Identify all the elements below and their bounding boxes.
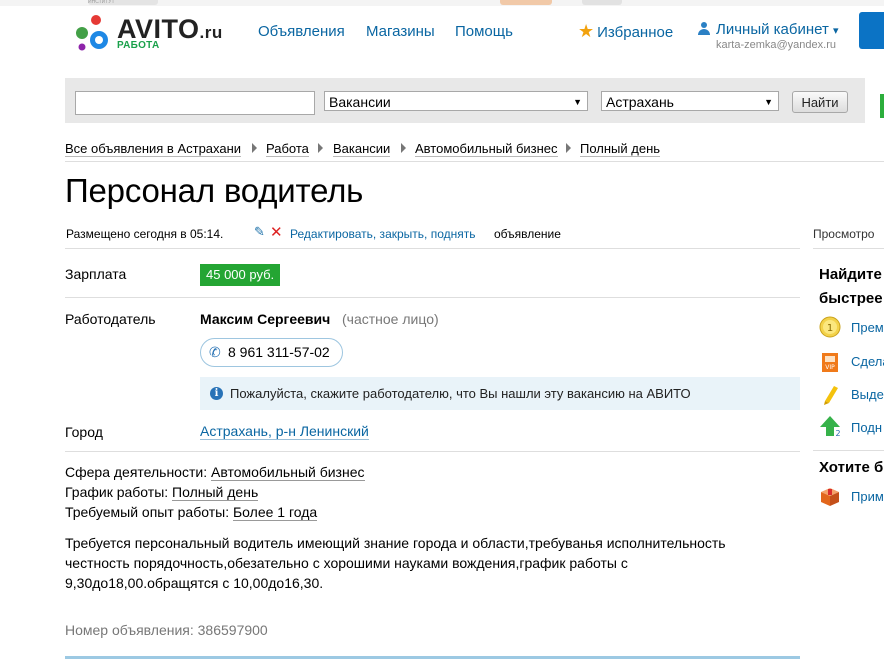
phone-number: 8 961 311-57-02 [228,344,330,360]
find-button[interactable]: Найти [792,91,848,113]
coin-icon: 1 [819,316,841,338]
breadcrumb-vacancies[interactable]: Вакансии [333,141,391,157]
breadcrumb-arrow-icon [566,143,571,153]
category-selected: Вакансии [329,94,391,110]
top-strip-fragment: ИНСТИТУТ [88,0,158,5]
divider [65,451,800,452]
person-icon [698,22,710,35]
salary-badge: 45 000 руб. [200,264,281,286]
phone-button[interactable]: ✆ 8 961 311-57-02 [200,338,343,367]
employer-label: Работодатель [65,311,156,327]
divider [813,450,884,451]
favorites-link[interactable]: ★ Избранное [578,21,673,42]
sidebar-item-premium[interactable]: Прем [851,320,884,335]
posted-date: Размещено сегодня в 05:14. [66,227,224,241]
param-experience: Требуемый опыт работы: Более 1 года [65,504,318,521]
search-input[interactable] [75,91,315,115]
param-label: График работы: [65,484,169,500]
breadcrumb-full-day[interactable]: Полный день [580,141,661,157]
arrow-up-icon: 2 [820,416,841,437]
highlighter-icon [824,386,838,405]
nav-help[interactable]: Помощь [455,23,513,40]
sidebar-item-apply[interactable]: Прим [851,489,884,504]
nav-shops[interactable]: Магазины [366,23,435,40]
favorites-label: Избранное [597,24,674,41]
cabinet-label: Личный кабинет [716,21,829,38]
top-strip-tab [582,0,622,5]
breadcrumb-arrow-icon [401,143,406,153]
page-title: Персонал водитель [65,172,364,209]
category-select[interactable]: Вакансии ▼ [324,91,588,111]
sidebar-item-highlight[interactable]: Выде [851,387,884,402]
close-icon[interactable]: ✕ [270,223,283,241]
breadcrumb-work[interactable]: Работа [266,141,309,157]
param-value-link[interactable]: Полный день [172,484,259,501]
city-link[interactable]: Астрахань, р-н Ленинский [200,424,369,440]
svg-text:1: 1 [827,323,833,334]
top-strip-image [500,0,552,5]
ad-description: Требуется персональный водитель имеющий … [65,535,726,591]
nav-ads[interactable]: Объявления [258,23,345,40]
logo-subtitle: РАБОТА [117,40,160,51]
ad-number: Номер объявления: 386597900 [65,622,268,638]
logo-tld[interactable]: .ru [200,23,223,42]
user-email: karta-zemka@yandex.ru [716,39,836,51]
param-label: Сфера деятельности: [65,464,208,480]
region-select[interactable]: Астрахань ▼ [601,91,779,111]
views-counter: Просмотро [813,227,875,241]
region-selected: Астрахань [606,94,674,110]
edit-ad-tail: объявление [494,227,561,241]
chevron-down-icon: ▾ [833,25,839,37]
sidebar-item-vip[interactable]: Сдела [851,354,884,369]
param-sphere: Сфера деятельности: Автомобильный бизнес [65,464,365,481]
sidebar-item-raise[interactable]: Подн [851,420,882,435]
edit-ad-link[interactable]: Редактировать, закрыть, поднять [290,227,475,241]
star-icon: ★ [578,21,595,41]
vip-icon: VIP [822,353,838,372]
svg-text:VIP: VIP [825,364,835,371]
notice-text: Пожалуйста, скажите работодателю, что Вы… [230,386,691,401]
employer-type: (частное лицо) [342,311,439,327]
post-ad-button[interactable] [859,12,884,49]
avito-logo-icon[interactable] [72,14,116,52]
divider [65,248,800,249]
info-icon: i [210,387,223,400]
cabinet-link[interactable]: Личный кабинет ▾ [698,21,839,38]
pencil-icon[interactable]: ✎ [254,224,265,240]
sidebar-heading-line2: быстрее [819,290,883,307]
param-value-link[interactable]: Более 1 года [232,504,318,521]
info-notice: i Пожалуйста, скажите работодателю, что … [200,377,800,410]
sidebar-heading-line1: Найдите [819,266,882,283]
param-value-link[interactable]: Автомобильный бизнес [210,464,365,481]
param-schedule: График работы: Полный день [65,484,259,501]
phone-icon: ✆ [209,344,221,360]
city-label: Город [65,424,103,440]
salary-label: Зарплата [65,266,127,282]
divider [65,297,800,298]
breadcrumb-all-ads[interactable]: Все объявления в Астрахани [65,141,242,157]
svg-text:2: 2 [835,429,840,437]
param-label: Требуемый опыт работы: [65,504,230,520]
breadcrumb-auto-business[interactable]: Автомобильный бизнес [415,141,558,157]
sidebar-heading-2: Хотите б [819,459,884,476]
breadcrumb-arrow-icon [318,143,323,153]
divider [65,161,884,162]
dropdown-arrow-icon: ▼ [573,97,582,107]
divider [813,248,884,249]
breadcrumb-arrow-icon [252,143,257,153]
green-button-fragment[interactable] [880,94,884,118]
employer-name: Максим Сергеевич [200,311,331,327]
package-icon [821,488,839,506]
dropdown-arrow-icon: ▼ [764,97,773,107]
top-strip: ИНСТИТУТ [0,0,884,6]
